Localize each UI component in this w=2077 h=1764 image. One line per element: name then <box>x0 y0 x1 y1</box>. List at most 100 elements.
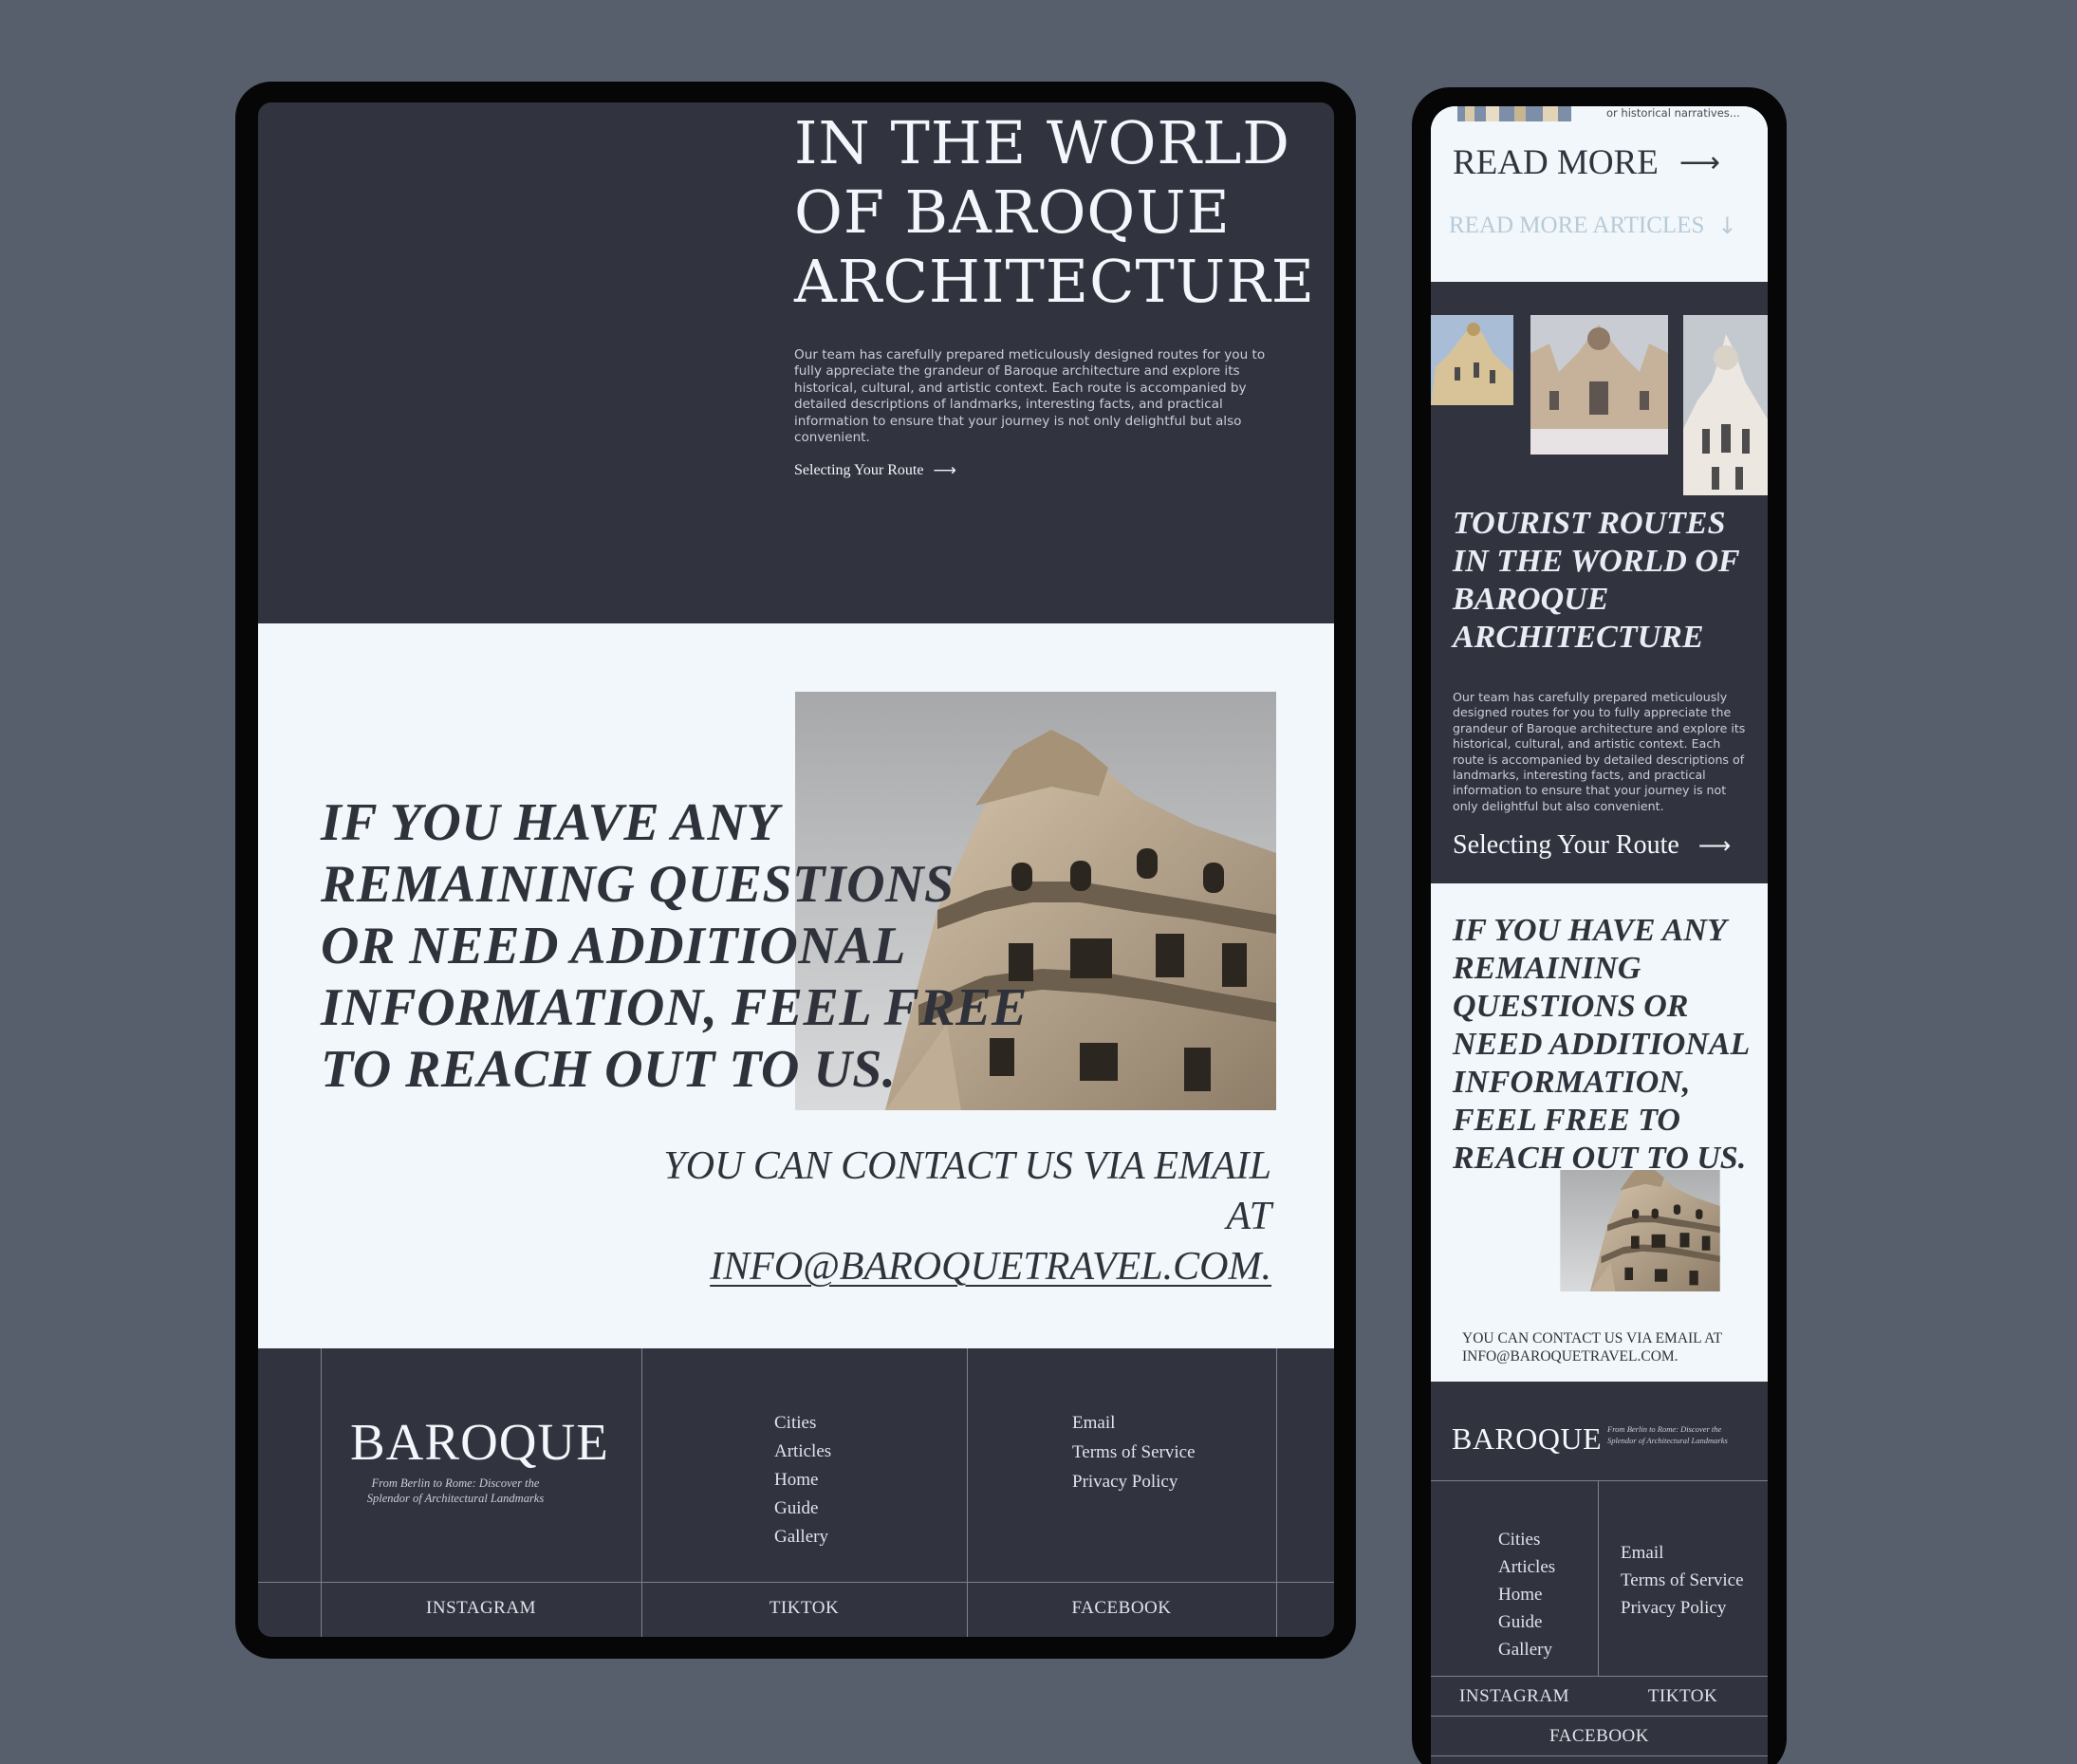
tourist-routes-title-line: IN THE WORLD OF <box>1453 544 1740 579</box>
footer-divider <box>258 1582 1334 1583</box>
footer: BAROQUE From Berlin to Rome: Discover th… <box>258 1348 1334 1637</box>
read-more-articles-button[interactable]: READ MORE ARTICLES ↓ <box>1449 213 1736 239</box>
footer-divider <box>641 1348 642 1637</box>
articles-section: or historical narratives... READ MORE ⟶ … <box>1431 106 1768 282</box>
contact-heading-line: REMAINING <box>1453 951 1641 986</box>
contact-heading-line: REACH OUT TO US. <box>1453 1141 1747 1176</box>
footer-legal: Email Terms of Service Privacy Policy <box>1072 1413 1196 1493</box>
arrow-right-icon: ⟶ <box>1678 146 1720 179</box>
brand-tagline: From Berlin to Rome: Discover the Splend… <box>366 1476 545 1505</box>
selecting-route-link[interactable]: Selecting Your Route ⟶ <box>794 461 956 480</box>
brand-logo[interactable]: BAROQUE <box>350 1413 608 1472</box>
contact-email-line: YOU CAN CONTACT US VIA EMAIL AT <box>1462 1330 1723 1346</box>
article-thumbnail <box>1457 106 1571 121</box>
footer-divider <box>1276 1348 1277 1637</box>
phone-device: or historical narratives... READ MORE ⟶ … <box>1412 87 1787 1764</box>
tourist-routes-title-line: TOURIST ROUTES <box>1453 506 1726 541</box>
footer-nav: Cities Articles Home Guide Gallery <box>1498 1530 1555 1660</box>
footer-link-cities[interactable]: Cities <box>774 1413 831 1434</box>
social-link-facebook[interactable]: FACEBOOK <box>1431 1726 1768 1747</box>
contact-heading-line: IF YOU HAVE ANY <box>1453 913 1727 948</box>
contact-email-line: YOU CAN CONTACT US VIA EMAIL <box>663 1144 1271 1188</box>
contact-heading-line: OR NEED ADDITIONAL <box>321 917 906 975</box>
footer-link-gallery[interactable]: Gallery <box>774 1527 831 1548</box>
hero-title-line: IN THE WORLD <box>794 108 1290 177</box>
social-link-instagram[interactable]: INSTAGRAM <box>1431 1686 1598 1707</box>
hero-title-line: ARCHITECTURE <box>794 247 1316 316</box>
hero-description: Our team has carefully prepared meticulo… <box>794 347 1266 446</box>
footer-link-privacy[interactable]: Privacy Policy <box>1621 1598 1744 1618</box>
contact-heading-line: FEEL FREE TO <box>1453 1103 1680 1138</box>
hero-title: IN THE WORLD OF BAROQUE ARCHITECTURE <box>794 108 1315 316</box>
tourist-routes-title: TOURIST ROUTES IN THE WORLD OF BAROQUE A… <box>1453 505 1740 657</box>
email-link[interactable]: INFO@BAROQUETRAVEL.COM. <box>1462 1347 1722 1365</box>
contact-heading-line: IF YOU HAVE ANY <box>321 793 780 852</box>
contact-heading-line: QUESTIONS OR <box>1453 989 1689 1024</box>
footer-link-terms[interactable]: Terms of Service <box>1072 1442 1196 1463</box>
read-more-button[interactable]: READ MORE ⟶ <box>1453 142 1720 183</box>
arrow-right-icon: ⟶ <box>1697 832 1732 859</box>
arrow-down-icon: ↓ <box>1717 213 1737 239</box>
tablet-screen: IN THE WORLD OF BAROQUE ARCHITECTURE Our… <box>258 102 1334 1637</box>
footer-link-articles[interactable]: Articles <box>1498 1557 1555 1577</box>
footer-link-terms[interactable]: Terms of Service <box>1621 1570 1744 1590</box>
read-more-label: READ MORE <box>1453 143 1659 182</box>
footer-link-email[interactable]: Email <box>1621 1543 1744 1563</box>
social-link-tiktok[interactable]: TIKTOK <box>641 1598 967 1619</box>
hero-section: IN THE WORLD OF BAROQUE ARCHITECTURE Our… <box>258 102 1334 623</box>
footer-link-privacy[interactable]: Privacy Policy <box>1072 1472 1196 1493</box>
contact-heading-line: INFORMATION, FEEL FREE <box>321 978 1028 1037</box>
contact-section: IF YOU HAVE ANY REMAINING QUESTIONS OR N… <box>1431 883 1768 1382</box>
selecting-route-label: Selecting Your Route <box>794 462 924 478</box>
footer-divider <box>1431 1755 1768 1756</box>
contact-email-prefix: AT <box>1226 1195 1271 1238</box>
tourist-routes-section: TOURIST ROUTES IN THE WORLD OF BAROQUE A… <box>1431 282 1768 883</box>
contact-email-text: YOU CAN CONTACT US VIA EMAIL AT INFO@BAR… <box>663 1142 1271 1292</box>
brand-tagline: From Berlin to Rome: Discover the Splend… <box>1607 1424 1728 1445</box>
footer-divider <box>967 1348 968 1637</box>
contact-heading-line: REMAINING QUESTIONS <box>321 855 955 914</box>
footer-legal: Email Terms of Service Privacy Policy <box>1621 1543 1744 1618</box>
selecting-route-link[interactable]: Selecting Your Route ⟶ <box>1453 830 1731 861</box>
arrow-right-icon: ⟶ <box>933 461 956 480</box>
contact-email-text: YOU CAN CONTACT US VIA EMAIL AT INFO@BAR… <box>1462 1329 1722 1365</box>
footer-link-articles[interactable]: Articles <box>774 1441 831 1462</box>
footer-link-gallery[interactable]: Gallery <box>1498 1640 1555 1660</box>
contact-heading-line: NEED ADDITIONAL <box>1453 1027 1751 1062</box>
selecting-route-label: Selecting Your Route <box>1453 830 1679 860</box>
footer-divider <box>1431 1716 1768 1717</box>
read-more-articles-label: READ MORE ARTICLES <box>1449 213 1705 238</box>
contact-email-line: AT INFO@BAROQUETRAVEL.COM. <box>663 1192 1271 1292</box>
footer-divider <box>1598 1480 1599 1676</box>
footer: BAROQUE From Berlin to Rome: Discover th… <box>1431 1382 1768 1764</box>
contact-heading: IF YOU HAVE ANY REMAINING QUESTIONS OR N… <box>1453 912 1750 1178</box>
hero-title-line: OF BAROQUE <box>794 177 1231 247</box>
footer-link-email[interactable]: Email <box>1072 1413 1196 1434</box>
route-photo-1 <box>1431 315 1513 405</box>
route-photo-2 <box>1530 315 1668 455</box>
contact-heading: IF YOU HAVE ANY REMAINING QUESTIONS OR N… <box>321 792 1028 1101</box>
article-snippet: or historical narratives... <box>1606 106 1740 120</box>
social-link-facebook[interactable]: FACEBOOK <box>967 1598 1276 1619</box>
contact-heading-line: INFORMATION, <box>1453 1065 1691 1100</box>
footer-nav: Cities Articles Home Guide Gallery <box>774 1413 831 1548</box>
footer-link-guide[interactable]: Guide <box>1498 1612 1555 1632</box>
email-link[interactable]: INFO@BAROQUETRAVEL.COM. <box>710 1245 1271 1289</box>
contact-section: IF YOU HAVE ANY REMAINING QUESTIONS OR N… <box>258 623 1334 1348</box>
brand-logo[interactable]: BAROQUE <box>1452 1421 1602 1457</box>
social-link-instagram[interactable]: INSTAGRAM <box>321 1598 641 1619</box>
tourist-routes-description: Our team has carefully prepared meticulo… <box>1453 690 1746 813</box>
footer-link-home[interactable]: Home <box>1498 1585 1555 1605</box>
footer-divider <box>321 1348 322 1637</box>
phone-screen: or historical narratives... READ MORE ⟶ … <box>1431 106 1768 1764</box>
contact-heading-line: TO REACH OUT TO US. <box>321 1040 897 1099</box>
footer-link-cities[interactable]: Cities <box>1498 1530 1555 1550</box>
footer-link-guide[interactable]: Guide <box>774 1498 831 1519</box>
tourist-routes-title-line: BAROQUE <box>1453 582 1609 617</box>
social-link-tiktok[interactable]: TIKTOK <box>1598 1686 1768 1707</box>
footer-link-home[interactable]: Home <box>774 1470 831 1491</box>
footer-brand: BAROQUE From Berlin to Rome: Discover th… <box>350 1413 608 1506</box>
route-photo-3 <box>1683 315 1768 495</box>
footer-divider <box>1431 1480 1768 1481</box>
baroque-building-photo <box>1533 1170 1747 1308</box>
